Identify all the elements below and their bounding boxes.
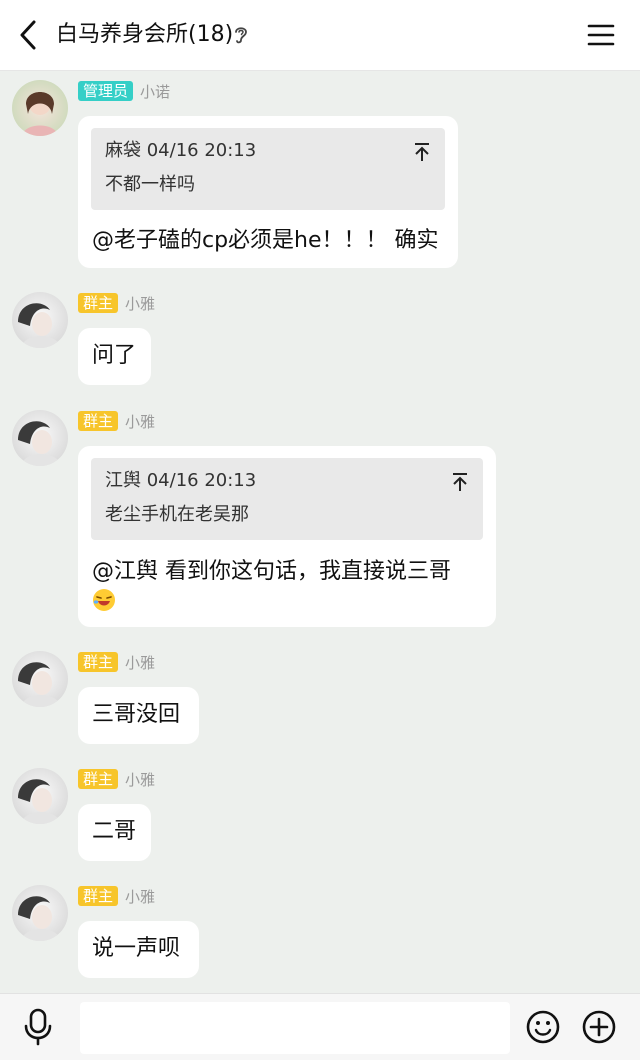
laughing-emoji-icon [93,589,115,611]
message-text: @老子磕的cp必须是he！！！ 确实 [92,228,439,253]
message-bubble[interactable]: 说一声呗 [78,921,199,978]
quoted-message[interactable]: 江舆 04/16 20:13 老尘手机在老吴那 [91,458,483,540]
message-bubble[interactable]: 三哥没回 [78,687,199,744]
quote-header: 江舆 04/16 20:13 [105,470,257,491]
avatar[interactable] [12,80,68,136]
top-bar: 白马养身会所(18) [0,0,640,71]
role-badge: 群主 [78,293,119,313]
quoted-message[interactable]: 麻袋 04/16 20:13 不都一样吗 [91,128,445,210]
quote-text: 不都一样吗 [105,174,195,195]
chat-title[interactable]: 白马养身会所(18) [56,19,233,51]
sender-nickname[interactable]: 小雅 [125,652,155,673]
sender-nickname[interactable]: 小雅 [125,293,155,314]
input-bar [0,993,640,1060]
sender-nickname[interactable]: 小雅 [125,769,155,790]
sender-nickname[interactable]: 小雅 [125,886,155,907]
role-badge: 群主 [78,886,119,906]
role-badge: 管理员 [78,81,134,101]
message-text: 二哥 [92,819,137,844]
message-bubble[interactable]: 问了 [78,328,151,385]
avatar[interactable] [12,410,68,466]
message-text: 三哥没回 [92,702,181,727]
back-chevron-icon[interactable] [14,18,44,52]
message-bubble[interactable]: 麻袋 04/16 20:13 不都一样吗 @老子磕的cp必须是he！！！ 确实 [78,116,458,268]
sender-nickname[interactable]: 小雅 [125,411,155,432]
menu-icon[interactable] [586,22,616,48]
plus-circle-icon[interactable] [582,1010,616,1044]
role-badge: 群主 [78,652,119,672]
message-text: 说一声呗 [92,936,181,961]
jump-to-quote-icon[interactable] [413,142,431,162]
role-badge: 群主 [78,411,119,431]
quote-text: 老尘手机在老吴那 [105,504,249,525]
jump-to-quote-icon[interactable] [451,472,469,492]
quote-header: 麻袋 04/16 20:13 [105,140,257,161]
microphone-icon[interactable] [22,1008,54,1046]
message-input[interactable] [80,1002,510,1054]
ear-icon [235,27,247,44]
avatar[interactable] [12,651,68,707]
avatar[interactable] [12,885,68,941]
message-bubble[interactable]: 江舆 04/16 20:13 老尘手机在老吴那 @江舆 看到你这句话，我直接说三… [78,446,496,627]
message-text: @江舆 看到你这句话，我直接说三哥 [92,559,451,584]
message-text: 问了 [92,343,137,368]
avatar[interactable] [12,768,68,824]
sender-nickname[interactable]: 小诺 [140,81,170,102]
role-badge: 群主 [78,769,119,789]
message-bubble[interactable]: 二哥 [78,804,151,861]
smiley-icon[interactable] [526,1010,560,1044]
avatar[interactable] [12,292,68,348]
